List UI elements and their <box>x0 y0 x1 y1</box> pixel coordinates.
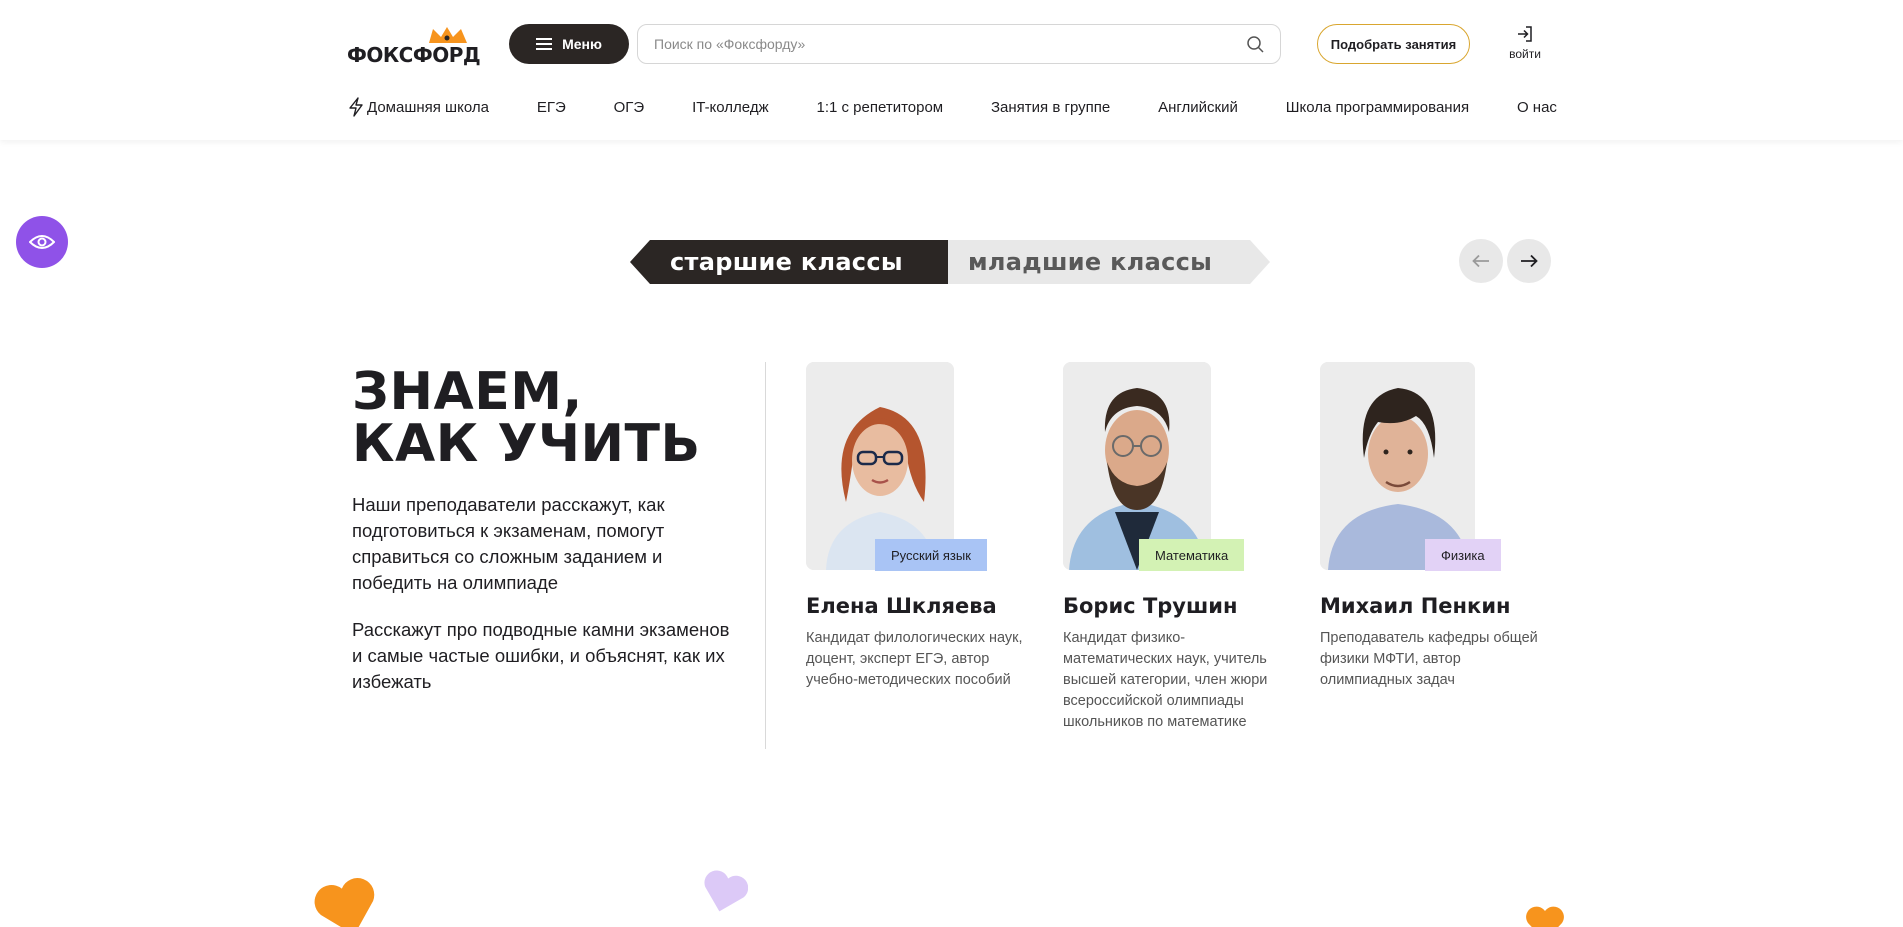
eye-icon <box>29 235 55 249</box>
next-button[interactable] <box>1507 239 1551 283</box>
teacher-description: Преподаватель кафедры общей физики МФТИ,… <box>1320 630 1538 688</box>
login-button[interactable]: войти <box>1500 25 1550 65</box>
headline-line-1: ЗНАЕМ, <box>352 362 583 422</box>
nav-item-ege[interactable]: ЕГЭ <box>537 99 566 116</box>
section-headline: ЗНАЕМ, КАК УЧИТЬ <box>352 366 701 470</box>
tab-senior[interactable]: старшие классы <box>630 240 948 284</box>
menu-icon <box>536 38 553 50</box>
teacher-name: Михаил Пенкин <box>1320 594 1511 618</box>
crown-icon <box>429 27 467 43</box>
accessibility-button[interactable] <box>16 216 68 268</box>
login-icon <box>1518 26 1532 42</box>
headline-line-2: КАК УЧИТЬ <box>352 414 701 474</box>
divider <box>765 362 766 749</box>
logo-text: ФОКСФОРД <box>347 43 481 67</box>
nav-item-home-school[interactable]: Домашняя школа <box>347 97 489 117</box>
subject-badge: Математика <box>1139 539 1245 571</box>
nav-item-label: Домашняя школа <box>367 98 489 116</box>
heart-decoration <box>704 870 748 912</box>
heart-decoration <box>314 878 375 927</box>
nav-item-it-college[interactable]: IT-колледж <box>692 99 769 116</box>
teacher-name: Борис Трушин <box>1063 594 1238 618</box>
teacher-name: Елена Шкляева <box>806 594 997 618</box>
arrow-right-icon <box>1521 254 1538 268</box>
arrow-left-icon <box>1472 254 1489 268</box>
subject-badge: Физика <box>1425 539 1501 571</box>
menu-label: Меню <box>562 36 602 52</box>
main-nav: Домашняя школа ЕГЭ ОГЭ IT-колледж 1:1 с … <box>347 96 1557 118</box>
site-header: ФОКСФОРД Меню Подобрать занятия войти До… <box>0 0 1903 140</box>
nav-item-english[interactable]: Английский <box>1158 99 1238 116</box>
search-icon[interactable] <box>1246 35 1264 53</box>
nav-item-group[interactable]: Занятия в группе <box>991 99 1110 116</box>
teacher-description: Кандидат филологических наук, доцент, эк… <box>806 630 1023 688</box>
tab-junior[interactable]: младшие классы <box>948 240 1270 284</box>
prev-button[interactable] <box>1459 239 1503 283</box>
teacher-card[interactable]: Физика Михаил Пенкин Преподаватель кафед… <box>1320 362 1550 691</box>
bolt-icon <box>349 97 363 117</box>
teacher-description: Кандидат физико-математических наук, учи… <box>1063 630 1268 730</box>
nav-item-programming[interactable]: Школа программирования <box>1286 99 1469 116</box>
grade-tabs: старшие классы младшие классы <box>630 240 1270 284</box>
search-input[interactable] <box>654 36 1246 52</box>
nav-item-tutor[interactable]: 1:1 с репетитором <box>816 99 943 116</box>
heart-decoration <box>1526 906 1564 927</box>
nav-item-about[interactable]: О нас <box>1517 99 1557 116</box>
intro-paragraph-2: Расскажут про подводные камни экзаменов … <box>352 619 730 692</box>
teacher-card[interactable]: Математика Борис Трушин Кандидат физико-… <box>1063 362 1293 733</box>
pick-classes-button[interactable]: Подобрать занятия <box>1317 24 1470 64</box>
intro-paragraph-1: Наши преподаватели расскажут, как подгот… <box>352 494 665 593</box>
subject-badge: Русский язык <box>875 539 987 571</box>
teacher-card[interactable]: Русский язык Елена Шкляева Кандидат фило… <box>806 362 1036 691</box>
logo[interactable]: ФОКСФОРД <box>347 25 487 65</box>
search-box <box>637 24 1281 64</box>
nav-item-oge[interactable]: ОГЭ <box>614 99 645 116</box>
menu-button[interactable]: Меню <box>509 24 629 64</box>
login-label: войти <box>1509 47 1541 61</box>
